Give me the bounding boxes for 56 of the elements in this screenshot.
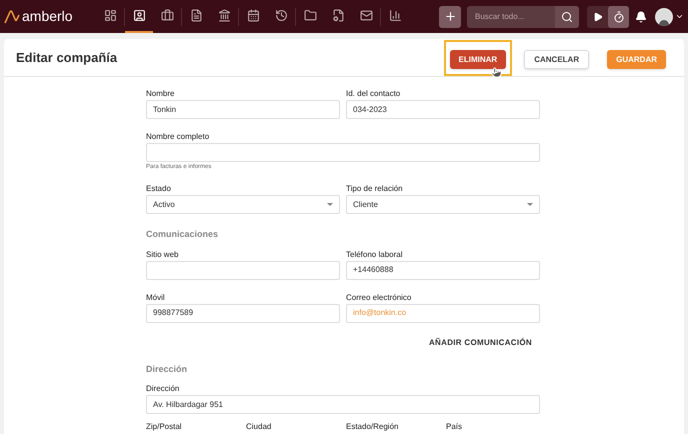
input-field[interactable]: Av. Hilbardagar 951 [146, 395, 540, 414]
select-field[interactable]: Activo [146, 195, 340, 214]
field-label: Zip/Postal [146, 422, 183, 432]
field-label: Dirección [146, 384, 180, 394]
field-label: Correo electrónico [346, 292, 412, 302]
input-field[interactable]: 034-2023 [346, 100, 540, 119]
action-button[interactable]: ELIMINAR [450, 50, 506, 69]
section-heading: Dirección [146, 362, 188, 376]
field-label: Estado/Región [346, 422, 400, 432]
bell-icon[interactable] [635, 10, 647, 22]
caret-icon[interactable] [675, 12, 684, 21]
plus-icon [444, 10, 456, 23]
field-label: Nombre completo [146, 132, 210, 142]
add-button[interactable] [439, 6, 461, 28]
input-field[interactable] [146, 143, 540, 162]
action-button[interactable]: CANCELAR [524, 50, 590, 69]
section-heading: Comunicaciones [146, 228, 220, 241]
document-icon [190, 9, 202, 22]
field-label: Sitio web [146, 250, 180, 260]
field-label: Nombre [146, 89, 176, 99]
dashboard-icon [104, 9, 116, 22]
field-label: Móvil [146, 292, 166, 302]
folder-icon [304, 9, 316, 22]
contact-card-icon [132, 9, 146, 22]
input-field[interactable]: Tonkin [146, 100, 340, 119]
input-field[interactable]: +14460888 [346, 260, 540, 280]
timer-button[interactable] [608, 6, 629, 28]
input-field[interactable]: 998877589 [146, 304, 340, 322]
field-label: Tipo de relación [346, 184, 404, 194]
play-icon [592, 12, 602, 22]
hand-cursor-icon [491, 66, 502, 78]
field-label: Estado [146, 184, 172, 194]
briefcase-icon [160, 9, 174, 22]
search-field[interactable]: Buscar todo... [467, 6, 555, 28]
bank-icon [218, 9, 230, 22]
search-button[interactable] [555, 6, 579, 28]
page-title: Editar compañía [16, 48, 118, 67]
mail-icon [360, 9, 372, 22]
add-communication-button[interactable]: AÑADIR COMUNICACIÓN [428, 336, 532, 348]
dropdown-caret-icon [527, 203, 533, 206]
field-label: Ciudad [246, 422, 272, 432]
field-label: Teléfono laboral [346, 250, 404, 260]
avatar[interactable] [655, 8, 673, 26]
document-gear-icon [332, 9, 344, 22]
field-label: Id. del contacto [346, 89, 402, 99]
select-field[interactable]: Cliente [346, 195, 540, 214]
calendar-icon [246, 9, 260, 22]
brand-name: amberlo [22, 7, 74, 26]
field-label: País [446, 422, 464, 432]
search-icon [561, 10, 573, 22]
bar-chart-icon [388, 9, 402, 22]
logo-icon [4, 10, 20, 24]
stopwatch-icon [612, 10, 624, 22]
input-field[interactable] [146, 260, 340, 280]
history-icon [274, 9, 288, 22]
dropdown-caret-icon [327, 203, 333, 206]
